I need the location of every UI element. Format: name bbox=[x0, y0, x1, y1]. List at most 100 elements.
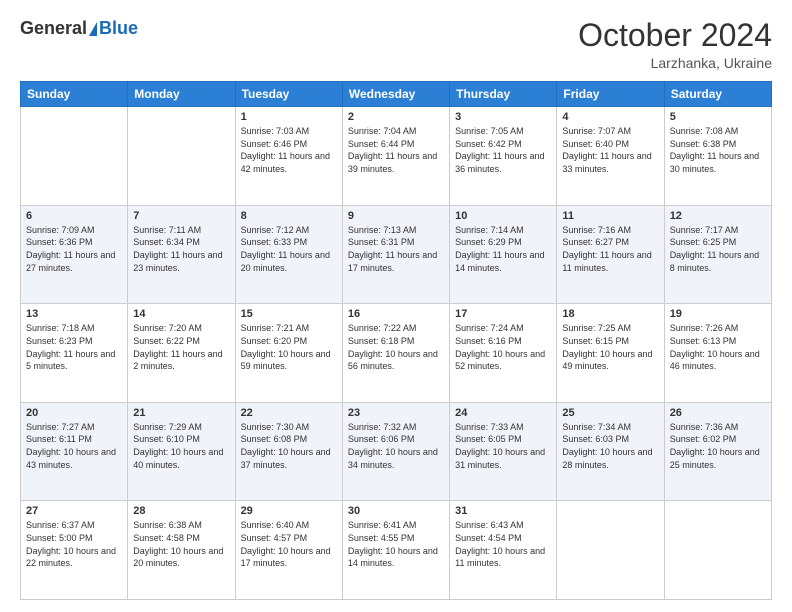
day-cell: 14Sunrise: 7:20 AMSunset: 6:22 PMDayligh… bbox=[128, 304, 235, 403]
day-number: 22 bbox=[241, 407, 337, 419]
day-info: Sunrise: 7:25 AMSunset: 6:15 PMDaylight:… bbox=[562, 322, 658, 372]
col-tuesday: Tuesday bbox=[235, 82, 342, 107]
day-cell bbox=[21, 107, 128, 206]
day-cell: 7 Sunrise: 7:11 AMSunset: 6:34 PMDaylight… bbox=[128, 205, 235, 304]
logo-arrow-icon bbox=[89, 22, 97, 36]
day-cell: 23 Sunrise: 7:32 AMSunset: 6:06 PMDayligh… bbox=[342, 402, 449, 501]
week-row-2: 6 Sunrise: 7:09 AMSunset: 6:36 PMDaylight… bbox=[21, 205, 772, 304]
day-number: 20 bbox=[26, 407, 122, 419]
col-saturday: Saturday bbox=[664, 82, 771, 107]
title-block: October 2024 Larzhanka, Ukraine bbox=[578, 18, 772, 71]
day-cell: 3 Sunrise: 7:05 AMSunset: 6:42 PMDaylight… bbox=[450, 107, 557, 206]
day-cell: 15 Sunrise: 7:21 AMSunset: 6:20 PMDayligh… bbox=[235, 304, 342, 403]
day-info: Sunrise: 6:38 AMSunset: 4:58 PMDaylight:… bbox=[133, 519, 229, 569]
day-cell bbox=[128, 107, 235, 206]
day-info: Sunrise: 7:13 AMSunset: 6:31 PMDaylight:… bbox=[348, 224, 444, 274]
day-info: Sunrise: 7:32 AMSunset: 6:06 PMDaylight:… bbox=[348, 421, 444, 471]
day-cell bbox=[664, 501, 771, 600]
month-title: October 2024 bbox=[578, 18, 772, 53]
day-cell: 20 Sunrise: 7:27 AMSunset: 6:11 PMDayligh… bbox=[21, 402, 128, 501]
day-number: 21 bbox=[133, 407, 229, 419]
day-number: 5 bbox=[670, 111, 766, 123]
day-cell: 27 Sunrise: 6:37 AMSunset: 5:00 PMDayligh… bbox=[21, 501, 128, 600]
day-number: 18 bbox=[562, 308, 658, 320]
day-cell: 6 Sunrise: 7:09 AMSunset: 6:36 PMDaylight… bbox=[21, 205, 128, 304]
day-info: Sunrise: 6:41 AMSunset: 4:55 PMDaylight:… bbox=[348, 519, 444, 569]
day-number: 8 bbox=[241, 210, 337, 222]
day-info: Sunrise: 7:24 AMSunset: 6:16 PMDaylight:… bbox=[455, 322, 551, 372]
day-info: Sunrise: 7:05 AMSunset: 6:42 PMDaylight:… bbox=[455, 125, 551, 175]
day-info: Sunrise: 7:29 AMSunset: 6:10 PMDaylight:… bbox=[133, 421, 229, 471]
day-number: 19 bbox=[670, 308, 766, 320]
day-info: Sunrise: 7:11 AMSunset: 6:34 PMDaylight:… bbox=[133, 224, 229, 274]
week-row-3: 13 Sunrise: 7:18 AMSunset: 6:23 PMDayligh… bbox=[21, 304, 772, 403]
day-info: Sunrise: 7:03 AMSunset: 6:46 PMDaylight:… bbox=[241, 125, 337, 175]
week-row-5: 27 Sunrise: 6:37 AMSunset: 5:00 PMDayligh… bbox=[21, 501, 772, 600]
day-info: Sunrise: 7:30 AMSunset: 6:08 PMDaylight:… bbox=[241, 421, 337, 471]
day-number: 11 bbox=[562, 210, 658, 222]
day-info: Sunrise: 6:37 AMSunset: 5:00 PMDaylight:… bbox=[26, 519, 122, 569]
day-number: 7 bbox=[133, 210, 229, 222]
day-number: 6 bbox=[26, 210, 122, 222]
day-number: 17 bbox=[455, 308, 551, 320]
day-info: Sunrise: 7:20 AMSunset: 6:22 PMDaylight:… bbox=[133, 322, 229, 372]
day-info: Sunrise: 7:26 AMSunset: 6:13 PMDaylight:… bbox=[670, 322, 766, 372]
day-cell: 11 Sunrise: 7:16 AMSunset: 6:27 PMDayligh… bbox=[557, 205, 664, 304]
day-cell: 21 Sunrise: 7:29 AMSunset: 6:10 PMDayligh… bbox=[128, 402, 235, 501]
day-cell: 26Sunrise: 7:36 AMSunset: 6:02 PMDayligh… bbox=[664, 402, 771, 501]
day-number: 30 bbox=[348, 505, 444, 517]
col-thursday: Thursday bbox=[450, 82, 557, 107]
day-info: Sunrise: 7:22 AMSunset: 6:18 PMDaylight:… bbox=[348, 322, 444, 372]
day-number: 25 bbox=[562, 407, 658, 419]
week-row-1: 1Sunrise: 7:03 AMSunset: 6:46 PMDaylight… bbox=[21, 107, 772, 206]
day-info: Sunrise: 7:21 AMSunset: 6:20 PMDaylight:… bbox=[241, 322, 337, 372]
day-info: Sunrise: 7:27 AMSunset: 6:11 PMDaylight:… bbox=[26, 421, 122, 471]
day-info: Sunrise: 7:08 AMSunset: 6:38 PMDaylight:… bbox=[670, 125, 766, 175]
day-cell: 17 Sunrise: 7:24 AMSunset: 6:16 PMDayligh… bbox=[450, 304, 557, 403]
day-cell: 12 Sunrise: 7:17 AMSunset: 6:25 PMDayligh… bbox=[664, 205, 771, 304]
day-cell: 16Sunrise: 7:22 AMSunset: 6:18 PMDayligh… bbox=[342, 304, 449, 403]
day-cell: 22 Sunrise: 7:30 AMSunset: 6:08 PMDayligh… bbox=[235, 402, 342, 501]
day-number: 9 bbox=[348, 210, 444, 222]
week-row-4: 20 Sunrise: 7:27 AMSunset: 6:11 PMDayligh… bbox=[21, 402, 772, 501]
day-number: 13 bbox=[26, 308, 122, 320]
day-info: Sunrise: 7:09 AMSunset: 6:36 PMDaylight:… bbox=[26, 224, 122, 274]
logo-general-text: General bbox=[20, 18, 87, 39]
day-number: 27 bbox=[26, 505, 122, 517]
day-cell: 30 Sunrise: 6:41 AMSunset: 4:55 PMDayligh… bbox=[342, 501, 449, 600]
header-row: Sunday Monday Tuesday Wednesday Thursday… bbox=[21, 82, 772, 107]
day-cell: 25 Sunrise: 7:34 AMSunset: 6:03 PMDayligh… bbox=[557, 402, 664, 501]
day-cell bbox=[557, 501, 664, 600]
day-info: Sunrise: 6:40 AMSunset: 4:57 PMDaylight:… bbox=[241, 519, 337, 569]
col-monday: Monday bbox=[128, 82, 235, 107]
day-cell: 9 Sunrise: 7:13 AMSunset: 6:31 PMDaylight… bbox=[342, 205, 449, 304]
col-friday: Friday bbox=[557, 82, 664, 107]
day-cell: 24Sunrise: 7:33 AMSunset: 6:05 PMDayligh… bbox=[450, 402, 557, 501]
day-info: Sunrise: 7:14 AMSunset: 6:29 PMDaylight:… bbox=[455, 224, 551, 274]
day-info: Sunrise: 7:18 AMSunset: 6:23 PMDaylight:… bbox=[26, 322, 122, 372]
day-cell: 31Sunrise: 6:43 AMSunset: 4:54 PMDayligh… bbox=[450, 501, 557, 600]
day-number: 10 bbox=[455, 210, 551, 222]
day-cell: 18 Sunrise: 7:25 AMSunset: 6:15 PMDayligh… bbox=[557, 304, 664, 403]
day-number: 29 bbox=[241, 505, 337, 517]
calendar-table: Sunday Monday Tuesday Wednesday Thursday… bbox=[20, 81, 772, 600]
day-info: Sunrise: 7:17 AMSunset: 6:25 PMDaylight:… bbox=[670, 224, 766, 274]
day-info: Sunrise: 7:04 AMSunset: 6:44 PMDaylight:… bbox=[348, 125, 444, 175]
col-sunday: Sunday bbox=[21, 82, 128, 107]
day-number: 15 bbox=[241, 308, 337, 320]
day-number: 23 bbox=[348, 407, 444, 419]
col-wednesday: Wednesday bbox=[342, 82, 449, 107]
day-info: Sunrise: 7:34 AMSunset: 6:03 PMDaylight:… bbox=[562, 421, 658, 471]
day-info: Sunrise: 6:43 AMSunset: 4:54 PMDaylight:… bbox=[455, 519, 551, 569]
day-cell: 8Sunrise: 7:12 AMSunset: 6:33 PMDaylight… bbox=[235, 205, 342, 304]
day-info: Sunrise: 7:16 AMSunset: 6:27 PMDaylight:… bbox=[562, 224, 658, 274]
location-subtitle: Larzhanka, Ukraine bbox=[578, 55, 772, 71]
day-cell: 28Sunrise: 6:38 AMSunset: 4:58 PMDayligh… bbox=[128, 501, 235, 600]
day-number: 12 bbox=[670, 210, 766, 222]
day-cell: 5 Sunrise: 7:08 AMSunset: 6:38 PMDaylight… bbox=[664, 107, 771, 206]
day-info: Sunrise: 7:07 AMSunset: 6:40 PMDaylight:… bbox=[562, 125, 658, 175]
day-info: Sunrise: 7:36 AMSunset: 6:02 PMDaylight:… bbox=[670, 421, 766, 471]
day-cell: 4Sunrise: 7:07 AMSunset: 6:40 PMDaylight… bbox=[557, 107, 664, 206]
day-number: 24 bbox=[455, 407, 551, 419]
day-number: 3 bbox=[455, 111, 551, 123]
